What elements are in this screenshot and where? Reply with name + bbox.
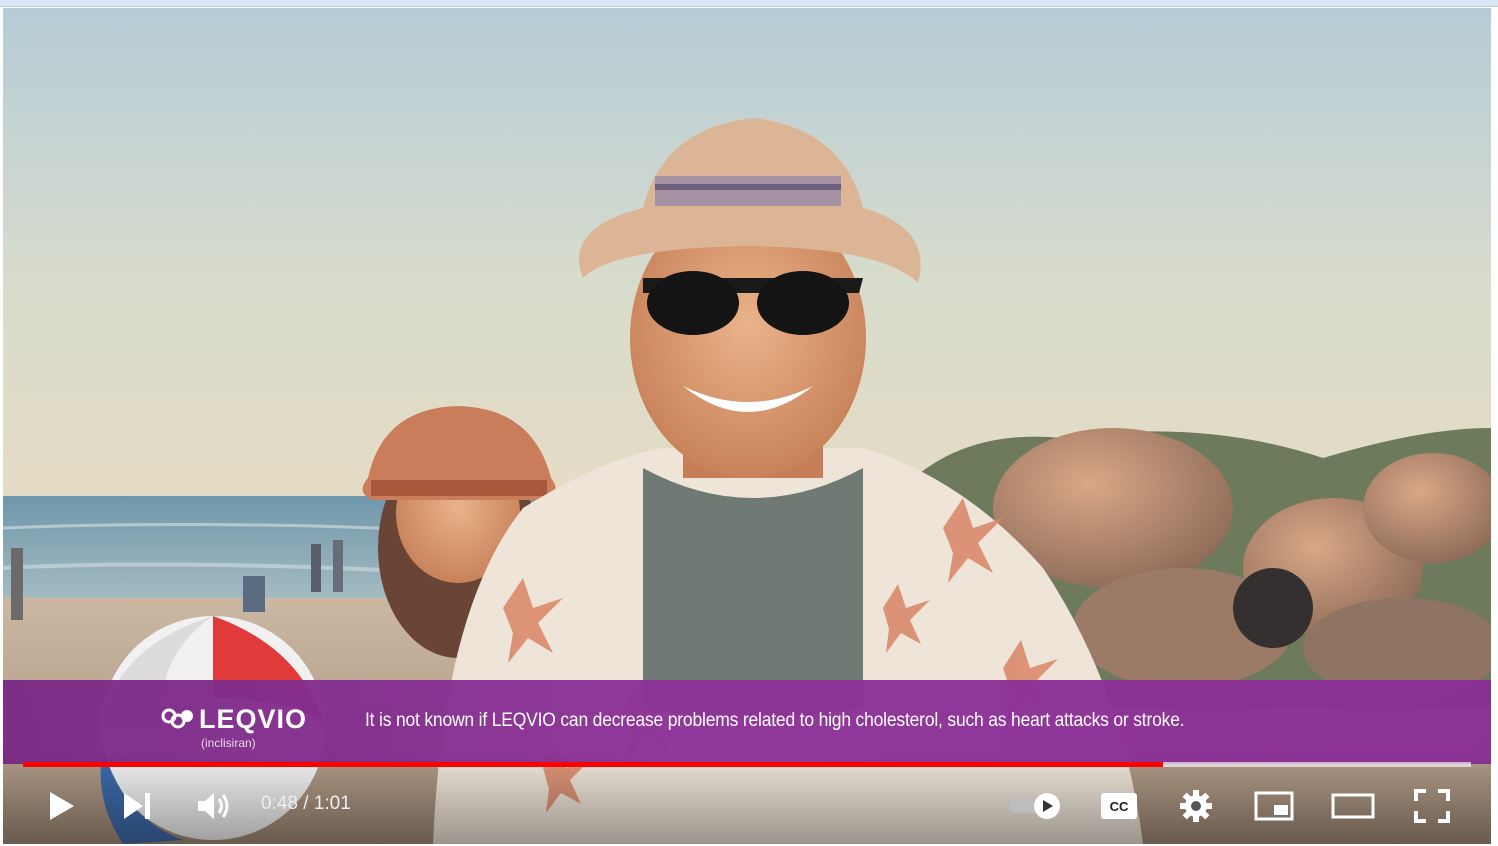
miniplayer-icon [1254,791,1294,821]
settings-button[interactable] [1173,780,1219,832]
autoplay-toggle[interactable] [1003,780,1067,832]
brand-name: LEQVIO [199,704,308,734]
window-top-edge [0,0,1498,7]
time-display: 0:48 / 1:01 [261,793,351,815]
brand-generic-name: (inclisiran) [201,736,256,750]
progress-bar[interactable] [23,762,1471,767]
next-icon [124,793,150,819]
play-icon [50,792,74,820]
autoplay-toggle-icon [1009,793,1060,819]
browser-window: LEQVIO (inclisiran) It is not known if L… [0,0,1498,846]
next-button[interactable] [115,780,159,832]
theater-icon [1331,793,1375,819]
video-player[interactable]: LEQVIO (inclisiran) It is not known if L… [3,8,1491,844]
ad-disclaimer: It is not known if LEQVIO can decrease p… [365,710,1185,731]
svg-text:CC: CC [1110,799,1129,814]
time-separator: / [297,793,314,814]
gear-icon [1180,790,1212,822]
captions-button[interactable]: CC [1095,780,1143,832]
duration: 1:01 [313,793,351,814]
miniplayer-button[interactable] [1249,780,1299,832]
played-bar [23,762,1163,767]
ad-banner: LEQVIO (inclisiran) It is not known if L… [3,680,1491,764]
volume-icon [198,793,229,819]
fullscreen-icon [1414,789,1450,823]
theater-mode-button[interactable] [1327,780,1379,832]
leqvio-logo-icon [161,708,193,729]
volume-button[interactable] [189,780,239,832]
leqvio-logo: LEQVIO (inclisiran) [161,704,341,754]
play-button[interactable] [39,780,83,832]
cc-icon: CC [1101,793,1137,819]
current-time: 0:48 [261,793,298,814]
fullscreen-button[interactable] [1407,780,1457,832]
